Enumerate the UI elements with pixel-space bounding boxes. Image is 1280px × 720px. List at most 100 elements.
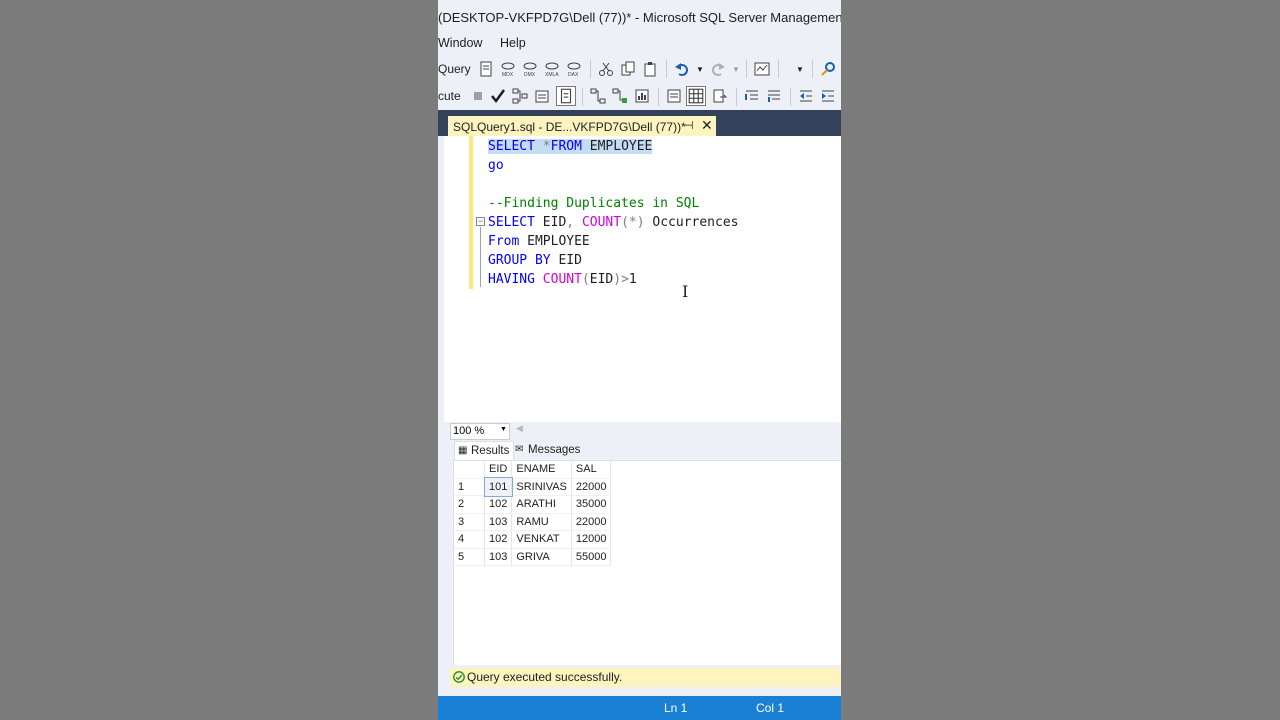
- table-row[interactable]: 2 102 ARATHI 35000: [454, 495, 612, 514]
- cell-sal[interactable]: 12000: [571, 530, 612, 549]
- column-eid-2: EID: [558, 253, 582, 268]
- row-number[interactable]: 4: [454, 530, 485, 549]
- intellisense-toggle-icon[interactable]: [556, 86, 576, 106]
- paren-open: (: [581, 272, 590, 287]
- cell-sal[interactable]: 35000: [571, 495, 612, 514]
- dax-query-icon[interactable]: DAX: [566, 61, 582, 77]
- paste-icon[interactable]: [642, 61, 658, 77]
- column-header-eid[interactable]: EID: [484, 461, 513, 479]
- grid-icon: ▦: [458, 445, 468, 456]
- cancel-query-icon[interactable]: [470, 88, 486, 104]
- menu-window[interactable]: Window: [438, 36, 482, 50]
- increase-indent-icon[interactable]: [820, 88, 836, 104]
- outline-line: [480, 227, 481, 287]
- keyword-group-by: GROUP BY: [488, 253, 551, 268]
- code-line-5: From EMPLOYEE: [488, 233, 590, 251]
- title-bar: (DESKTOP-VKFPD7G\Dell (77))* - Microsoft…: [438, 0, 841, 33]
- parse-checkmark-icon[interactable]: [490, 88, 506, 104]
- cell-ename[interactable]: ARATHI: [511, 495, 572, 514]
- decrease-indent-icon[interactable]: [798, 88, 814, 104]
- solution-config-dropdown-icon[interactable]: ▼: [796, 65, 804, 74]
- table-row[interactable]: 1 101 SRINIVAS 22000: [454, 477, 612, 497]
- cell-sal[interactable]: 55000: [571, 548, 612, 566]
- cell-ename[interactable]: GRIVA: [511, 548, 572, 566]
- display-estimated-plan-icon[interactable]: [512, 88, 528, 104]
- tab-results-label: Results: [471, 445, 510, 457]
- cell-eid[interactable]: 103: [484, 513, 513, 531]
- live-query-stats-icon[interactable]: [612, 88, 628, 104]
- zoom-dropdown[interactable]: 100 % ▼: [450, 423, 510, 440]
- document-tab[interactable]: SQLQuery1.sql - DE...VKFPD7G\Dell (77))*…: [448, 116, 716, 136]
- document-tab-label: SQLQuery1.sql - DE...VKFPD7G\Dell (77))*: [453, 120, 686, 134]
- xmla-query-icon[interactable]: XMLA: [544, 61, 560, 77]
- pin-icon[interactable]: ⊣: [684, 119, 694, 132]
- query-options-icon[interactable]: [534, 88, 550, 104]
- comma: ,: [566, 215, 575, 230]
- uncomment-lines-icon[interactable]: [766, 88, 782, 104]
- table-name: EMPLOYEE: [589, 139, 653, 154]
- results-grid[interactable]: EID ENAME SAL 1 101 SRINIVAS 22000 2 102…: [453, 460, 841, 665]
- scroll-left-icon[interactable]: ◀: [516, 423, 523, 434]
- cell-eid[interactable]: 102: [484, 530, 513, 549]
- mdx-query-icon[interactable]: MDX: [500, 61, 516, 77]
- redo-dropdown-icon[interactable]: ▼: [732, 65, 740, 74]
- execute-button[interactable]: cute: [438, 89, 461, 103]
- code-line-4: SELECT EID, COUNT(*) Occurrences: [488, 214, 738, 232]
- tab-messages[interactable]: ✉ Messages: [513, 441, 585, 459]
- window-title: (DESKTOP-VKFPD7G\Dell (77))* - Microsoft…: [438, 10, 841, 25]
- standard-toolbar: Query MDX DMX XMLA DAX ▼ ▼ ▼: [438, 56, 841, 82]
- table-row[interactable]: 4 102 VENKAT 12000: [454, 530, 612, 549]
- count-args: (*): [621, 215, 645, 230]
- row-number[interactable]: 1: [454, 478, 485, 496]
- cell-ename[interactable]: SRINIVAS: [511, 478, 572, 496]
- line-indicator: Ln 1: [664, 701, 688, 715]
- keyword-from: FROM: [550, 139, 582, 154]
- find-icon[interactable]: [820, 61, 836, 77]
- results-table: EID ENAME SAL 1 101 SRINIVAS 22000 2 102…: [454, 461, 612, 566]
- cell-eid[interactable]: 103: [484, 548, 513, 566]
- svg-text:DMX: DMX: [524, 72, 536, 77]
- comment-lines-icon[interactable]: [744, 88, 760, 104]
- table-row[interactable]: 3 103 RAMU 22000: [454, 513, 612, 531]
- dmx-query-icon[interactable]: DMX: [522, 61, 538, 77]
- results-to-file-icon[interactable]: [712, 88, 728, 104]
- table-row[interactable]: 5 103 GRIVA 55000: [454, 548, 612, 566]
- cell-ename[interactable]: RAMU: [511, 513, 572, 531]
- results-to-text-icon[interactable]: [666, 88, 682, 104]
- collapse-region-icon[interactable]: −: [476, 217, 485, 226]
- client-statistics-icon[interactable]: [634, 88, 650, 104]
- tab-results[interactable]: ▦ Results: [454, 441, 514, 460]
- cell-ename[interactable]: VENKAT: [511, 530, 572, 549]
- table-name-2: EMPLOYEE: [527, 234, 590, 249]
- copy-icon[interactable]: [620, 61, 636, 77]
- keyword-from-2: From: [488, 234, 520, 249]
- cut-icon[interactable]: [598, 61, 614, 77]
- cell-sal[interactable]: 22000: [571, 478, 612, 496]
- column-header-ename[interactable]: ENAME: [511, 461, 572, 479]
- zoom-chevron-down-icon[interactable]: ▼: [500, 426, 507, 433]
- query-editor[interactable]: SELECT *FROM EMPLOYEE go --Finding Dupli…: [438, 136, 841, 422]
- row-number[interactable]: 2: [454, 495, 485, 514]
- new-query-button[interactable]: Query: [438, 62, 471, 76]
- keyword-select-2: SELECT: [488, 215, 535, 230]
- cell-eid[interactable]: 101: [483, 477, 513, 497]
- cell-sal[interactable]: 22000: [571, 513, 612, 531]
- column-eid: EID: [542, 215, 567, 230]
- cell-eid[interactable]: 102: [484, 495, 513, 514]
- activity-monitor-icon[interactable]: [754, 61, 770, 77]
- undo-dropdown-icon[interactable]: ▼: [696, 65, 704, 74]
- footer-status-bar: Ln 1 Col 1: [438, 696, 841, 720]
- database-engine-query-icon[interactable]: [478, 61, 494, 77]
- code-line-6: GROUP BY EID: [488, 252, 582, 270]
- row-number[interactable]: 3: [454, 513, 485, 531]
- function-count-2: COUNT: [542, 272, 582, 287]
- results-to-grid-icon[interactable]: [686, 86, 706, 106]
- undo-icon[interactable]: [674, 61, 690, 77]
- include-actual-plan-icon[interactable]: [590, 88, 606, 104]
- row-number[interactable]: 5: [454, 548, 485, 566]
- column-header-sal[interactable]: SAL: [571, 461, 612, 479]
- close-tab-icon[interactable]: ✕: [701, 117, 713, 134]
- menu-help[interactable]: Help: [500, 36, 526, 50]
- redo-icon[interactable]: [710, 61, 726, 77]
- text-cursor-icon: I: [682, 282, 689, 301]
